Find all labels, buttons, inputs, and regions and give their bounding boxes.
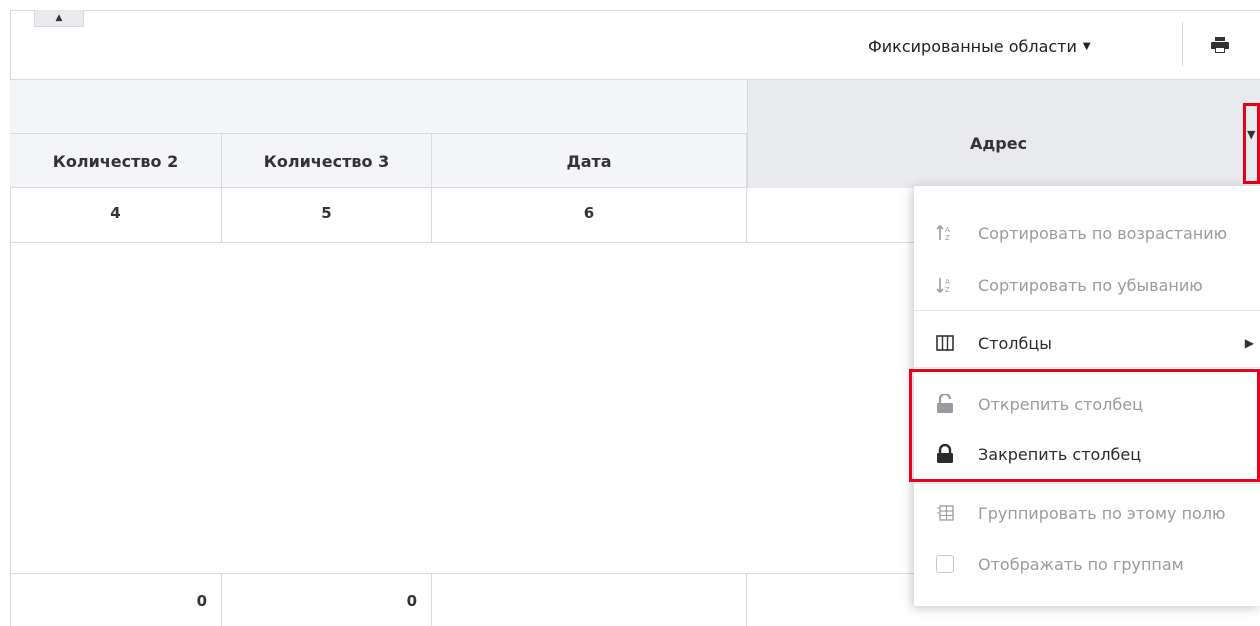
column-header-label: Количество 2 [52,151,179,171]
sort-desc-icon: AZ [936,276,954,294]
sort-asc-icon: AZ [936,224,954,242]
menu-divider [914,310,1260,311]
collapse-toolbar-button[interactable]: ▲ [34,10,84,27]
chevron-right-icon: ▶ [1244,336,1254,350]
svg-text:A: A [945,278,950,286]
svg-text:A: A [945,226,950,234]
summary-cell: 0 [222,574,432,626]
table-cell: 4 [10,188,222,243]
header-row: Количество 2 Количество 3 Дата [10,134,747,188]
highlight-box-caret [1243,103,1260,184]
column-header-label: Адрес [970,134,1028,153]
group-table-icon [936,504,954,522]
column-header-label: Количество 3 [263,151,390,171]
checkbox-icon[interactable] [936,555,954,573]
fixed-areas-dropdown[interactable]: Фиксированные области ▼ [868,30,1091,62]
toolbar-divider [1182,22,1183,66]
show-groups-checkbox[interactable] [936,555,954,573]
columns-icon [936,334,954,352]
column-header-label: Дата [566,151,612,171]
table-cell: 5 [222,188,432,243]
menu-item-label: Сортировать по возрастанию [978,223,1228,243]
menu-item-sort-asc[interactable]: AZ Сортировать по возрастанию [914,213,1260,253]
caret-down-icon: ▼ [1082,40,1091,52]
menu-item-sort-desc[interactable]: AZ Сортировать по убыванию [914,265,1260,305]
chevron-up-icon: ▲ [55,13,63,23]
column-header-qty2[interactable]: Количество 2 [10,134,222,188]
svg-text:Z: Z [945,234,950,242]
menu-item-columns[interactable]: Столбцы ▶ [914,323,1260,363]
fixed-areas-label: Фиксированные области [868,36,1077,56]
menu-item-show-groups[interactable]: Отображать по группам [914,544,1260,584]
summary-cell [432,574,747,626]
column-header-address[interactable]: Адрес [747,79,1260,188]
svg-text:Z: Z [945,286,950,294]
column-header-qty3[interactable]: Количество 3 [222,134,432,188]
header-band [10,79,747,134]
column-header-date[interactable]: Дата [432,134,747,188]
menu-item-label: Группировать по этому полю [978,503,1226,523]
menu-item-label: Столбцы [978,333,1052,353]
menu-item-group-by[interactable]: Группировать по этому полю [914,493,1260,533]
menu-divider [914,483,1260,484]
menu-item-label: Сортировать по убыванию [978,275,1203,295]
menu-divider [914,367,1260,368]
summary-cell: 0 [10,574,222,626]
print-icon[interactable] [1211,37,1229,53]
highlight-box-pin-items [909,369,1260,482]
menu-item-label: Отображать по группам [978,554,1184,574]
table-cell: 6 [432,188,747,243]
